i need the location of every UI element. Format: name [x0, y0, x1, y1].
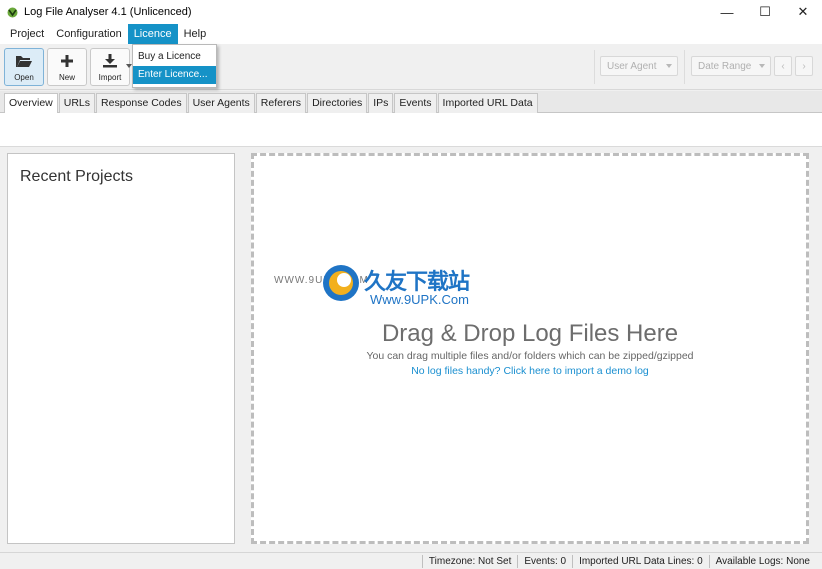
download-icon	[102, 52, 118, 70]
status-events: Events: 0	[517, 554, 572, 568]
status-imported-lines: Imported URL Data Lines: 0	[572, 554, 709, 568]
folder-open-icon	[15, 52, 33, 70]
overview-subbar	[0, 113, 822, 147]
drop-zone-subtitle: You can drag multiple files and/or folde…	[366, 350, 694, 362]
import-label: Import	[98, 73, 122, 82]
prev-button[interactable]: ‹	[774, 56, 792, 76]
next-button[interactable]: ›	[795, 56, 813, 76]
maximize-button[interactable]: ☐	[746, 0, 784, 24]
user-agent-select-label: User Agent	[607, 60, 657, 72]
date-range-select[interactable]: Date Range	[691, 56, 771, 76]
recent-projects-panel: Recent Projects	[7, 153, 235, 544]
window-title: Log File Analyser 4.1 (Unlicenced)	[24, 6, 192, 18]
user-agent-select[interactable]: User Agent	[600, 56, 678, 76]
tab-overview[interactable]: Overview	[4, 93, 58, 114]
tab-ips[interactable]: IPs	[368, 93, 394, 113]
plus-icon	[60, 52, 74, 70]
status-timezone: Timezone: Not Set	[421, 554, 517, 568]
title-bar: Log File Analyser 4.1 (Unlicenced) — ☐ ✕	[0, 0, 822, 24]
toolbar: Open New Import User Agent Date Range ‹ …	[0, 44, 822, 90]
tab-referers[interactable]: Referers	[255, 93, 307, 113]
tab-directories[interactable]: Directories	[307, 93, 368, 113]
menu-project[interactable]: Project	[4, 24, 50, 44]
menu-help[interactable]: Help	[178, 24, 213, 44]
tab-imported-url-data[interactable]: Imported URL Data	[437, 93, 538, 113]
open-button[interactable]: Open	[4, 48, 44, 86]
import-button[interactable]: Import	[90, 48, 130, 86]
tab-bar: Overview URLs Response Codes User Agents…	[0, 91, 822, 114]
watermark: WWW.9UPK.COM 久友下载站 Www.9UPK.Com	[272, 262, 502, 314]
watermark-logo-icon	[320, 262, 362, 307]
menu-item-enter-licence[interactable]: Enter Licence...	[133, 66, 216, 84]
date-range-select-label: Date Range	[698, 60, 752, 72]
menu-configuration[interactable]: Configuration	[50, 24, 127, 44]
licence-dropdown: Buy a Licence Enter Licence...	[132, 44, 217, 88]
menu-item-buy-licence[interactable]: Buy a Licence	[133, 48, 216, 66]
tab-events[interactable]: Events	[394, 93, 437, 113]
minimize-button[interactable]: —	[708, 0, 746, 24]
chevron-down-icon	[666, 64, 672, 68]
status-available-logs: Available Logs: None	[708, 554, 816, 568]
close-button[interactable]: ✕	[784, 0, 822, 24]
watermark-url-text: Www.9UPK.Com	[370, 292, 469, 307]
new-label: New	[58, 73, 75, 82]
tab-urls[interactable]: URLs	[58, 93, 96, 113]
chevron-down-icon	[759, 64, 765, 68]
drop-zone[interactable]: Drag & Drop Log Files Here You can drag …	[251, 153, 809, 544]
tab-user-agents[interactable]: User Agents	[187, 93, 255, 113]
app-logo-icon	[5, 5, 19, 19]
drop-zone-title: Drag & Drop Log Files Here	[381, 320, 679, 347]
menu-licence[interactable]: Licence	[127, 24, 178, 44]
new-button[interactable]: New	[47, 48, 87, 86]
status-bar: Timezone: Not Set Events: 0 Imported URL…	[0, 552, 822, 569]
open-label: Open	[14, 73, 34, 82]
import-demo-log-link[interactable]: No log files handy? Click here to import…	[254, 365, 806, 377]
recent-projects-title: Recent Projects	[20, 168, 133, 185]
menu-bar: Project Configuration Licence Help	[0, 24, 822, 44]
tab-response-codes[interactable]: Response Codes	[96, 93, 187, 113]
